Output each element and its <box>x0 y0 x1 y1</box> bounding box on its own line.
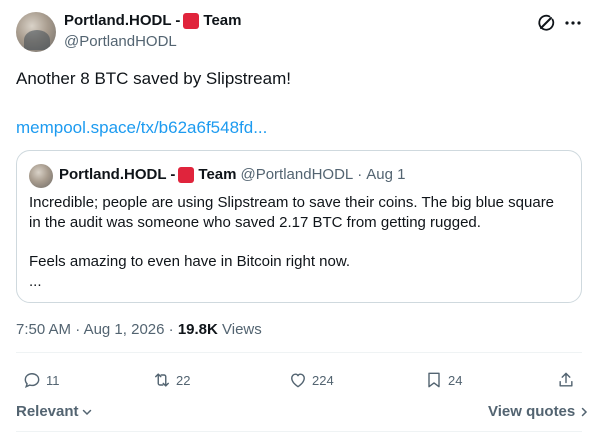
divider <box>16 431 582 432</box>
quoted-tweet-header: Portland.HODL - Team @PortlandHODL · Aug… <box>59 166 405 183</box>
quoted-author-name: Portland.HODL - Team <box>59 166 236 183</box>
quoted-text-spacer <box>29 233 573 252</box>
view-quotes-label: View quotes <box>488 403 576 420</box>
divider <box>16 352 582 353</box>
meta-separator: · <box>164 321 178 338</box>
grok-icon[interactable] <box>536 13 556 33</box>
bookmark-button[interactable]: 24 <box>424 370 462 390</box>
repost-count: 22 <box>176 372 191 388</box>
meta-separator: · <box>71 321 84 338</box>
more-icon[interactable] <box>564 14 582 32</box>
quoted-text-line: Feels amazing to even have in Bitcoin ri… <box>29 253 351 270</box>
repost-icon <box>155 373 169 387</box>
author-name-text: Portland.HODL - <box>64 12 181 29</box>
author-avatar[interactable] <box>16 12 56 52</box>
quoted-author-avatar <box>29 164 53 188</box>
share-icon <box>559 372 573 387</box>
share-button[interactable] <box>556 370 580 390</box>
reply-count: 11 <box>46 372 60 388</box>
quoted-tweet-text: Incredible; people are using Slipstream … <box>29 193 573 292</box>
reply-button[interactable]: 11 <box>22 370 60 390</box>
author-team-text: Team <box>203 12 242 29</box>
quoted-date: Aug 1 <box>366 166 406 183</box>
red-square-emoji-icon <box>178 166 195 183</box>
sort-label: Relevant <box>16 403 79 420</box>
like-icon <box>291 373 305 388</box>
quoted-author-handle: @PortlandHODL <box>240 166 354 183</box>
tweet-meta: 7:50 AM · Aug 1, 2026 · 19.8K Views <box>16 321 262 338</box>
tweet-date[interactable]: Aug 1, 2026 <box>84 321 165 338</box>
quoted-text-line: in the audit was someone who saved 2.17 … <box>29 214 481 231</box>
tweet-text: Another 8 BTC saved by Slipstream! <box>16 69 291 88</box>
views-count: 19.8K <box>177 321 218 338</box>
like-button[interactable]: 224 <box>288 370 334 390</box>
quoted-tweet-card[interactable]: Portland.HODL - Team @PortlandHODL · Aug… <box>16 150 582 303</box>
quoted-author-name-text: Portland.HODL - <box>59 166 176 183</box>
repost-button[interactable]: 22 <box>152 370 190 390</box>
view-quotes-link[interactable]: View quotes <box>488 403 590 420</box>
views-label: Views <box>222 321 262 338</box>
bookmark-icon <box>428 372 440 388</box>
author-name[interactable]: Portland.HODL - Team <box>64 12 241 29</box>
reply-icon <box>24 373 40 388</box>
quoted-text-ellipsis: ... <box>29 273 42 290</box>
sort-dropdown[interactable]: Relevant <box>16 403 93 420</box>
author-handle[interactable]: @PortlandHODL <box>64 33 177 50</box>
tweet-time[interactable]: 7:50 AM <box>16 321 71 338</box>
bookmark-count: 24 <box>448 372 463 388</box>
chevron-down-icon <box>82 409 91 415</box>
quoted-separator: · <box>357 166 363 183</box>
quoted-author-team-text: Team <box>198 166 237 183</box>
tweet-link[interactable]: mempool.space/tx/b62a6f548fd... <box>16 117 267 139</box>
chevron-right-icon <box>582 407 588 416</box>
quoted-text-line: Incredible; people are using Slipstream … <box>29 194 555 211</box>
like-count: 224 <box>312 372 334 388</box>
red-square-emoji-icon <box>183 12 200 29</box>
